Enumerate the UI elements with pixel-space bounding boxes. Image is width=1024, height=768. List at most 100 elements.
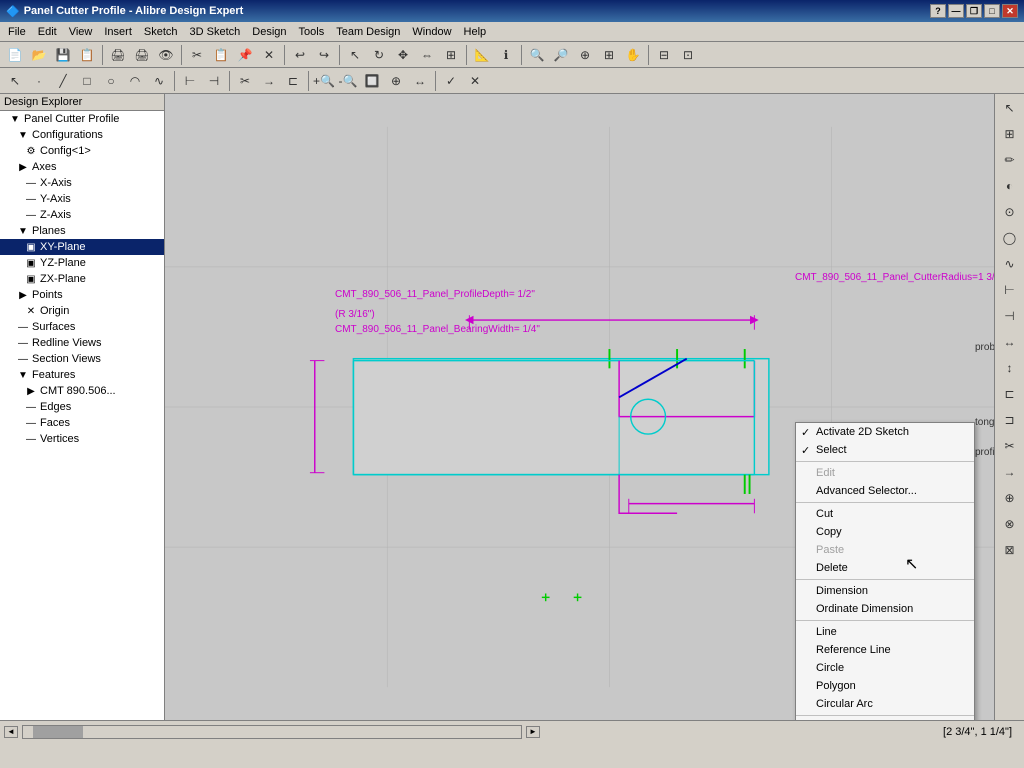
- array-btn[interactable]: ⊞: [440, 44, 462, 66]
- ctx-delete[interactable]: Delete: [796, 559, 974, 577]
- rp-btn12[interactable]: ⊏: [998, 382, 1022, 406]
- rp-btn7[interactable]: ∿: [998, 252, 1022, 276]
- pan-btn[interactable]: ✋: [622, 44, 644, 66]
- rp-btn15[interactable]: →: [998, 460, 1022, 484]
- tree-config1[interactable]: ⚙ Config<1>: [0, 143, 164, 159]
- tree-vertices[interactable]: — Vertices: [0, 431, 164, 447]
- sketch-circle[interactable]: ○: [100, 70, 122, 92]
- menu-insert[interactable]: Insert: [98, 24, 138, 40]
- rp-btn14[interactable]: ✂: [998, 434, 1022, 458]
- ctx-cut[interactable]: Cut: [796, 505, 974, 523]
- sketch-line[interactable]: ╱: [52, 70, 74, 92]
- undo-btn[interactable]: ↩: [289, 44, 311, 66]
- measure-btn[interactable]: 📐: [471, 44, 493, 66]
- grid-btn[interactable]: ⊟: [653, 44, 675, 66]
- tree-panel-cutter-profile[interactable]: ▼ Panel Cutter Profile: [0, 111, 164, 127]
- cut-btn[interactable]: ✂: [186, 44, 208, 66]
- menu-help[interactable]: Help: [458, 24, 493, 40]
- paste-btn[interactable]: 📌: [234, 44, 256, 66]
- delete-btn[interactable]: ✕: [258, 44, 280, 66]
- zoom-fit-btn[interactable]: ⊞: [598, 44, 620, 66]
- sketch-trim[interactable]: ✂: [234, 70, 256, 92]
- ctx-reference-line[interactable]: Reference Line: [796, 641, 974, 659]
- minimize-button[interactable]: —: [948, 4, 964, 18]
- ctx-polygon[interactable]: Polygon: [796, 677, 974, 695]
- rp-btn4[interactable]: ◐: [998, 174, 1022, 198]
- menu-sketch[interactable]: Sketch: [138, 24, 184, 40]
- menu-3dsketch[interactable]: 3D Sketch: [184, 24, 247, 40]
- rp-btn18[interactable]: ⊠: [998, 538, 1022, 562]
- sketch-offset[interactable]: ⊏: [282, 70, 304, 92]
- tree-planes[interactable]: ▼ Planes: [0, 223, 164, 239]
- rp-btn11[interactable]: ↕: [998, 356, 1022, 380]
- open-btn[interactable]: 📂: [28, 44, 50, 66]
- move-btn[interactable]: ✥: [392, 44, 414, 66]
- rp-btn2[interactable]: ⊞: [998, 122, 1022, 146]
- ctx-advanced-selector[interactable]: Advanced Selector...: [796, 482, 974, 500]
- ctx-dimension[interactable]: Dimension: [796, 582, 974, 600]
- tree-cmt[interactable]: ▶ CMT 890.506...: [0, 383, 164, 399]
- rp-btn16[interactable]: ⊕: [998, 486, 1022, 510]
- tree-features[interactable]: ▼ Features: [0, 367, 164, 383]
- rp-btn6[interactable]: ◯: [998, 226, 1022, 250]
- menu-design[interactable]: Design: [246, 24, 292, 40]
- menu-file[interactable]: File: [2, 24, 32, 40]
- zoom-fit2[interactable]: ⊕: [385, 70, 407, 92]
- properties-btn[interactable]: ℹ: [495, 44, 517, 66]
- new-btn[interactable]: 📄: [4, 44, 26, 66]
- menu-teamdesign[interactable]: Team Design: [330, 24, 406, 40]
- save2-btn[interactable]: 📋: [76, 44, 98, 66]
- sketch-rect[interactable]: □: [76, 70, 98, 92]
- help-button[interactable]: ?: [930, 4, 946, 18]
- snap-btn[interactable]: ⊡: [677, 44, 699, 66]
- menu-view[interactable]: View: [63, 24, 99, 40]
- zoom-in-btn[interactable]: 🔍: [526, 44, 548, 66]
- sketch-select[interactable]: ↖: [4, 70, 26, 92]
- preview-btn[interactable]: 👁: [155, 44, 177, 66]
- maximize-button[interactable]: □: [984, 4, 1000, 18]
- scroll-right-btn[interactable]: ►: [526, 726, 540, 738]
- restore-button[interactable]: ❐: [966, 4, 982, 18]
- sketch-spline[interactable]: ∿: [148, 70, 170, 92]
- tree-points[interactable]: ▶ Points: [0, 287, 164, 303]
- tree-axes[interactable]: ▶ Axes: [0, 159, 164, 175]
- ctx-select[interactable]: ✓Select: [796, 441, 974, 459]
- tree-zaxis[interactable]: — Z-Axis: [0, 207, 164, 223]
- select-btn[interactable]: ↖: [344, 44, 366, 66]
- tree-zx-plane[interactable]: ▣ ZX-Plane: [0, 271, 164, 287]
- ctx-trim[interactable]: Trim: [796, 718, 974, 720]
- pan2[interactable]: ↔: [409, 70, 431, 92]
- print-btn[interactable]: 🖨: [107, 44, 129, 66]
- ctx-circular-arc[interactable]: Circular Arc: [796, 695, 974, 713]
- close-button[interactable]: ✕: [1002, 4, 1018, 18]
- tree-configurations[interactable]: ▼ Configurations: [0, 127, 164, 143]
- ctx-line[interactable]: Line: [796, 623, 974, 641]
- cancel-btn2[interactable]: ✕: [464, 70, 486, 92]
- tree-redline-views[interactable]: — Redline Views: [0, 335, 164, 351]
- tree-yaxis[interactable]: — Y-Axis: [0, 191, 164, 207]
- copy-btn[interactable]: 📋: [210, 44, 232, 66]
- sketch-arc[interactable]: ◠: [124, 70, 146, 92]
- sketch-constraint[interactable]: ⊣: [203, 70, 225, 92]
- save-btn[interactable]: 💾: [52, 44, 74, 66]
- ctx-ordinate-dimension[interactable]: Ordinate Dimension: [796, 600, 974, 618]
- sketch-point[interactable]: ·: [28, 70, 50, 92]
- ctx-activate-2d-sketch[interactable]: ✓Activate 2D Sketch: [796, 423, 974, 441]
- rp-btn10[interactable]: ↔: [998, 330, 1022, 354]
- canvas-area[interactable]: CMT_890_506_11_Panel_ProfileDepth= 1/2" …: [165, 94, 994, 720]
- tree-yz-plane[interactable]: ▣ YZ-Plane: [0, 255, 164, 271]
- ctx-copy[interactable]: Copy: [796, 523, 974, 541]
- rotate-btn[interactable]: ↻: [368, 44, 390, 66]
- rp-btn8[interactable]: ⊢: [998, 278, 1022, 302]
- sketch-dim[interactable]: ⊢: [179, 70, 201, 92]
- zoom-all-btn[interactable]: ⊕: [574, 44, 596, 66]
- menu-tools[interactable]: Tools: [293, 24, 331, 40]
- zoom-out-btn[interactable]: 🔎: [550, 44, 572, 66]
- menu-window[interactable]: Window: [406, 24, 457, 40]
- tree-section-views[interactable]: — Section Views: [0, 351, 164, 367]
- tree-xaxis[interactable]: — X-Axis: [0, 175, 164, 191]
- zoom-in2[interactable]: +🔍: [313, 70, 335, 92]
- mirror-btn[interactable]: ⇔: [416, 44, 438, 66]
- zoom-out2[interactable]: -🔍: [337, 70, 359, 92]
- tree-surfaces[interactable]: — Surfaces: [0, 319, 164, 335]
